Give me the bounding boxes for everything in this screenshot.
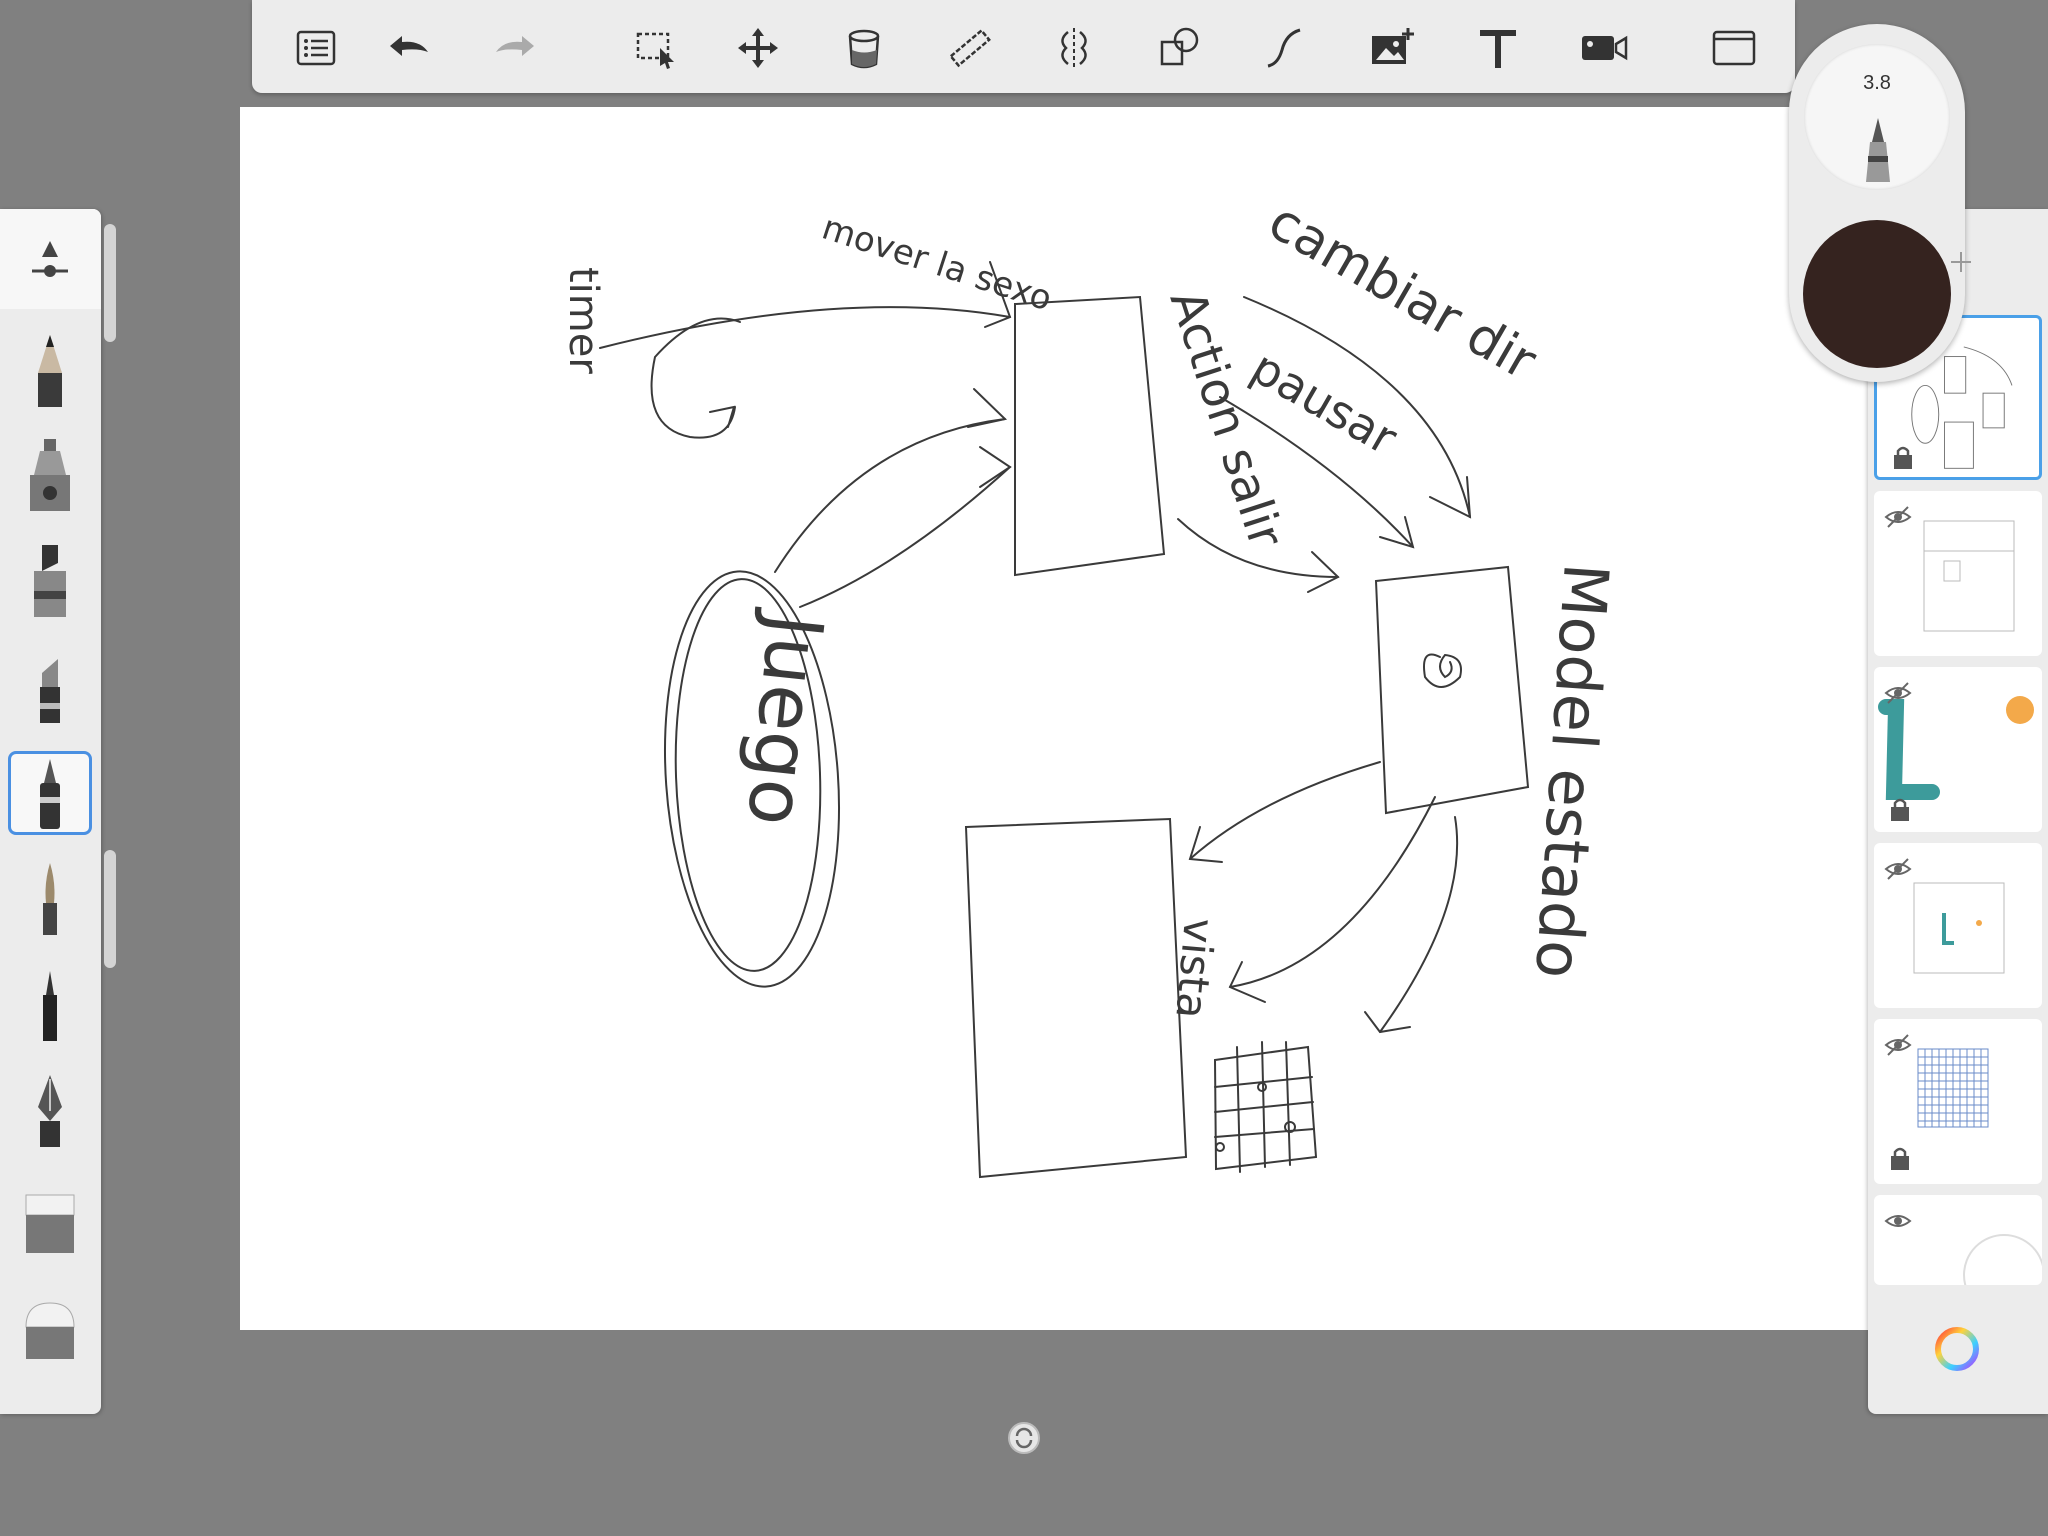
add-layer-icon[interactable]: [1949, 250, 1973, 274]
lock-icon[interactable]: [1886, 1144, 1914, 1172]
ballpoint-pen-icon[interactable]: [8, 751, 92, 835]
eraser-icon[interactable]: [8, 1175, 92, 1259]
arrow-mover: [599, 306, 1011, 349]
label-mover: mover la sexo: [817, 208, 1056, 320]
canvas-rotate-handle-icon[interactable]: [1006, 1420, 1042, 1456]
chisel-marker-icon[interactable]: [8, 645, 92, 729]
brush-library-panel: [0, 209, 101, 1414]
undo-arrow-icon[interactable]: [382, 22, 434, 74]
layer-thumbnail-6[interactable]: [1874, 1195, 2042, 1285]
hidden-eye-icon[interactable]: [1884, 1031, 1912, 1059]
ruler-icon[interactable]: [944, 22, 996, 74]
brush-size-control[interactable]: 3.8: [1804, 44, 1950, 190]
curve-icon[interactable]: [1258, 22, 1310, 74]
fullscreen-icon[interactable]: [1708, 22, 1760, 74]
ballpoint-pen-icon: [1866, 118, 1890, 182]
hidden-eye-icon[interactable]: [1884, 679, 1912, 707]
list-icon[interactable]: [290, 22, 342, 74]
arrow-juego-action: [774, 418, 1006, 573]
text-icon[interactable]: [1472, 22, 1524, 74]
layer-thumbnail-3[interactable]: [1874, 667, 2042, 832]
hidden-eye-icon[interactable]: [1884, 503, 1912, 531]
label-juego: Juego: [730, 606, 841, 830]
lock-icon[interactable]: [1886, 795, 1914, 823]
label-action-salir: Action salir: [1159, 283, 1295, 554]
add-image-icon[interactable]: [1366, 22, 1418, 74]
top-toolbar: [252, 0, 1795, 93]
lock-icon[interactable]: [1889, 443, 1917, 471]
label-model-estado: Model estado: [1521, 561, 1623, 981]
current-color-swatch[interactable]: [1803, 220, 1951, 368]
fine-liner-icon[interactable]: [8, 963, 92, 1047]
brush-size-value: 3.8: [1863, 72, 1891, 94]
label-vista: vista: [1166, 916, 1224, 1021]
model-box: [1374, 565, 1530, 815]
board-grid: [1213, 1041, 1318, 1173]
redo-arrow-icon[interactable]: [490, 22, 542, 74]
layer-thumbnail-2[interactable]: [1874, 491, 2042, 656]
model-scribble: [1423, 653, 1462, 688]
symmetry-icon[interactable]: [1048, 22, 1100, 74]
brush-scroll-handle-bottom[interactable]: [104, 850, 116, 968]
shapes-icon[interactable]: [1154, 22, 1206, 74]
opacity-slider-icon[interactable]: [8, 219, 92, 303]
paintbrush-icon[interactable]: [8, 857, 92, 941]
sketch-layer: timer mover la sexo cambiar dir pausar A…: [560, 191, 1623, 1179]
arrow-model-vista: [1189, 761, 1381, 860]
airbrush-icon[interactable]: [8, 433, 92, 517]
label-timer: timer: [560, 267, 606, 374]
color-puck: 3.8: [1789, 24, 1965, 382]
fountain-pen-icon[interactable]: [8, 1069, 92, 1153]
video-camera-icon[interactable]: [1578, 22, 1630, 74]
label-pausar: pausar: [1243, 340, 1407, 466]
color-wheel-icon[interactable]: [1933, 1325, 1981, 1373]
soft-eraser-icon[interactable]: [8, 1281, 92, 1365]
hidden-eye-icon[interactable]: [1884, 855, 1912, 883]
drawing-canvas[interactable]: timer mover la sexo cambiar dir pausar A…: [240, 107, 1868, 1330]
paint-bucket-icon[interactable]: [838, 22, 890, 74]
timer-loop: [650, 317, 741, 439]
layers-panel: [1868, 209, 2048, 1414]
move-icon[interactable]: [732, 22, 784, 74]
marker-icon[interactable]: [8, 539, 92, 623]
selection-icon[interactable]: [630, 22, 682, 74]
layer-thumbnail-4[interactable]: [1874, 843, 2042, 1008]
brush-scroll-handle-top[interactable]: [104, 224, 116, 342]
action-box: [1014, 295, 1166, 577]
visible-eye-icon[interactable]: [1884, 1207, 1912, 1235]
pencil-icon[interactable]: [8, 327, 92, 411]
layer-thumbnail-5[interactable]: [1874, 1019, 2042, 1184]
vista-box: [964, 817, 1188, 1179]
